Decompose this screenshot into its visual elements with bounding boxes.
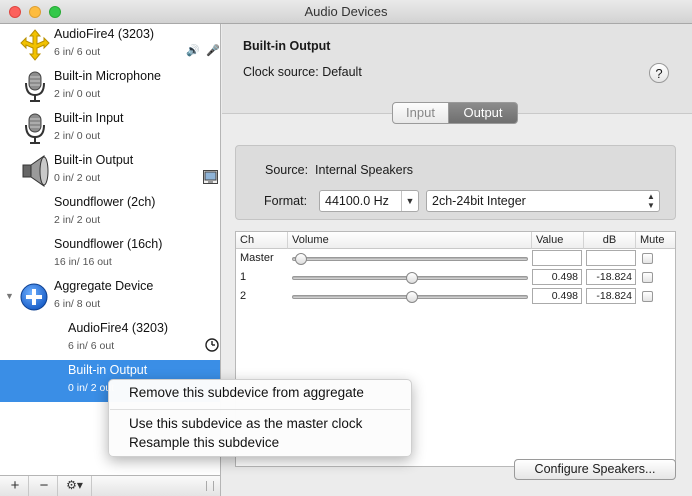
stream-format-box: Source: Internal Speakers Format: 44100.… [235, 145, 676, 220]
device-io: 2 in/ 0 out [54, 130, 101, 142]
channel-label: Master [240, 252, 274, 264]
device-name: Built-in Output [54, 153, 134, 167]
channel-label: 2 [240, 290, 247, 302]
device-item-builtin-output[interactable]: Built-in Output 0 in/ 2 out [0, 150, 220, 192]
device-item-builtin-input[interactable]: Built-in Input 2 in/ 0 out [0, 108, 220, 150]
mute-checkbox[interactable] [642, 291, 653, 302]
device-io: 6 in/ 8 out [54, 298, 101, 310]
updown-arrows-icon: ▲ ▼ [647, 192, 655, 210]
device-item-soundflower-2ch[interactable]: Soundflower (2ch) 2 in/ 2 out [0, 192, 220, 234]
device-title: Built-in Output [243, 39, 331, 53]
device-name: Soundflower (16ch) [54, 237, 163, 251]
resize-handle[interactable] [206, 481, 214, 491]
finder-icon [203, 170, 218, 184]
volume-slider[interactable] [292, 291, 528, 303]
device-name: Built-in Microphone [54, 69, 161, 83]
microphone-icon [25, 71, 45, 102]
gear-menu-button[interactable]: ⚙▾ [58, 476, 92, 496]
tab-input[interactable]: Input [392, 102, 449, 124]
menu-item-master-clock[interactable]: Use this subdevice as the master clock [129, 416, 362, 431]
device-item-soundflower-16ch[interactable]: Soundflower (16ch) 16 in/ 16 out [0, 234, 220, 276]
device-item-audiofire4[interactable]: AudioFire4 (3203) 6 in/ 6 out 🔊 🎤 [0, 24, 220, 66]
disclosure-triangle-icon[interactable]: ▼ [5, 291, 14, 301]
chevron-down-icon: ▼ [401, 191, 418, 211]
slider-knob[interactable] [405, 291, 418, 303]
tab-output[interactable]: Output [448, 102, 518, 124]
table-row: 2 0.498 -18.824 [236, 287, 675, 306]
menu-item-remove-subdevice[interactable]: Remove this subdevice from aggregate [129, 385, 364, 400]
aggregate-plus-icon [20, 283, 48, 311]
add-device-button[interactable]: + [2, 476, 29, 496]
format-select[interactable]: 2ch-24bit Integer ▲ ▼ [426, 190, 660, 212]
device-io: 6 in/ 6 out [54, 46, 101, 58]
table-row: Master [236, 249, 675, 268]
microphone-default-icon: 🎤 [206, 45, 220, 57]
table-row: 1 0.498 -18.824 [236, 268, 675, 287]
subdevice-item-audiofire4[interactable]: AudioFire4 (3203) 6 in/ 6 out [0, 318, 220, 360]
title-bar: Audio Devices [0, 0, 692, 24]
device-io: 6 in/ 6 out [68, 340, 115, 352]
value-field[interactable]: 0.498 [532, 269, 582, 285]
clock-icon [205, 338, 219, 352]
device-name: Aggregate Device [54, 279, 154, 293]
source-value: Internal Speakers [315, 163, 414, 177]
value-field[interactable] [532, 250, 582, 266]
value-field[interactable]: 0.498 [532, 288, 582, 304]
column-header-ch: Ch [236, 232, 287, 249]
column-header-volume: Volume [287, 232, 531, 249]
db-field[interactable]: -18.824 [586, 288, 636, 304]
device-name: Built-in Output [68, 363, 148, 377]
remove-device-button[interactable]: − [31, 476, 58, 496]
menu-separator [110, 409, 410, 410]
mute-checkbox[interactable] [642, 272, 653, 283]
device-io: 16 in/ 16 out [54, 256, 112, 268]
context-menu: Remove this subdevice from aggregate Use… [108, 379, 412, 457]
speaker-default-icon: 🔊 [186, 45, 200, 57]
device-io: 2 in/ 2 out [54, 214, 101, 226]
device-name: AudioFire4 (3203) [54, 27, 155, 41]
device-io: 2 in/ 0 out [54, 88, 101, 100]
sample-rate-select[interactable]: 44100.0 Hz ▼ [319, 190, 419, 212]
sidebar-toolbar: + − ⚙▾ [0, 475, 221, 496]
firewire-icon [20, 29, 50, 61]
mute-checkbox[interactable] [642, 253, 653, 264]
menu-item-resample[interactable]: Resample this subdevice [129, 435, 279, 450]
device-item-builtin-microphone[interactable]: Built-in Microphone 2 in/ 0 out [0, 66, 220, 108]
window-title: Audio Devices [304, 4, 388, 19]
column-header-mute: Mute [635, 232, 675, 249]
device-name: AudioFire4 (3203) [68, 321, 169, 335]
db-field[interactable]: -18.824 [586, 269, 636, 285]
device-name: Built-in Input [54, 111, 124, 125]
microphone-icon [25, 113, 45, 144]
clock-source: Clock source: Default [243, 65, 362, 79]
db-field[interactable] [586, 250, 636, 266]
device-name: Soundflower (2ch) [54, 195, 156, 209]
source-label: Source: Internal Speakers [265, 163, 414, 177]
speaker-icon [22, 155, 49, 187]
slider-knob[interactable] [405, 272, 418, 284]
column-header-db: dB [583, 232, 635, 249]
format-label: Format: [264, 194, 308, 208]
volume-slider[interactable] [292, 253, 528, 265]
column-header-value: Value [531, 232, 583, 249]
volume-slider[interactable] [292, 272, 528, 284]
help-button[interactable]: ? [649, 63, 669, 83]
configure-speakers-button[interactable]: Configure Speakers... [514, 459, 676, 480]
device-item-aggregate[interactable]: ▼ Aggregate Device 6 in/ 8 out [0, 276, 220, 318]
device-io: 0 in/ 2 out [54, 172, 101, 184]
channel-label: 1 [240, 271, 247, 283]
slider-knob[interactable] [295, 253, 307, 265]
device-header: Built-in Output Clock source: Default ? [222, 24, 692, 114]
